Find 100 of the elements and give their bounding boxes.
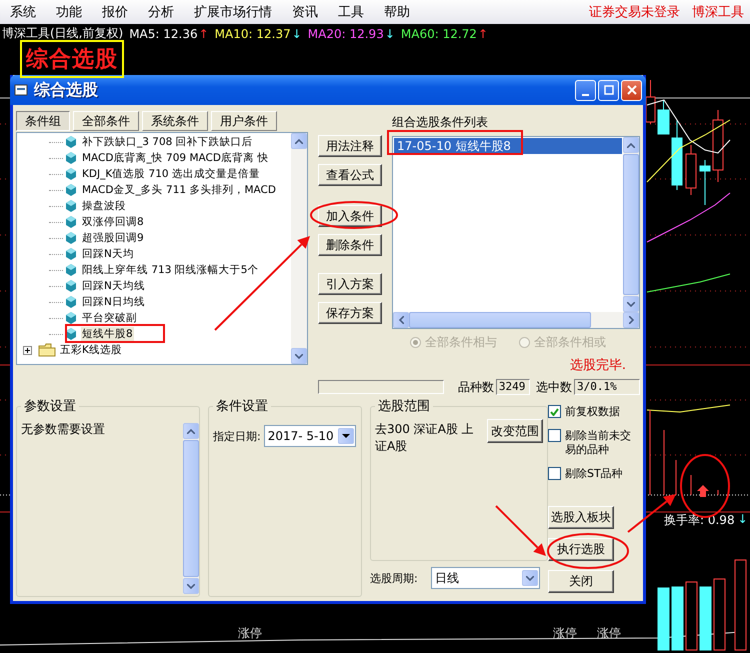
tree-item[interactable]: 补下跌缺口_3 708 回补下跌缺口后 <box>81 135 254 149</box>
list-heading: 组合选股条件列表 <box>392 114 489 130</box>
checkbox[interactable] <box>548 429 561 442</box>
field-label: 指定日期: <box>213 428 261 444</box>
formula-icon <box>66 232 76 244</box>
checkbox[interactable] <box>548 467 561 480</box>
volume-bar <box>658 588 670 650</box>
maximize-icon <box>604 85 614 95</box>
formula-icon <box>66 168 76 180</box>
menu-item[interactable]: 工具 <box>328 3 374 21</box>
group-title: 参数设置 <box>23 398 77 415</box>
params-text: 无参数需要设置 <box>21 421 106 438</box>
stock-name: 博深工具 <box>691 4 745 21</box>
menu-item[interactable]: 帮助 <box>374 3 420 21</box>
limit-up-label: 涨停 <box>238 625 262 642</box>
volume-bar <box>686 582 698 650</box>
tab[interactable]: 用户条件 <box>211 111 277 131</box>
checkbox[interactable] <box>548 405 561 418</box>
checkbox-label: 前复权数据 <box>565 405 620 419</box>
tree-item[interactable]: 操盘波段 <box>81 199 127 213</box>
formula-icon <box>66 248 76 260</box>
indicator-value: MA10: 12.37 <box>214 26 291 40</box>
period-dropdown[interactable]: 日线 <box>431 567 540 589</box>
formula-icon <box>66 280 76 292</box>
menu-item[interactable]: 资讯 <box>282 3 328 21</box>
tree-item[interactable]: 回踩N天均线 <box>81 279 146 293</box>
trend-arrow: ↓ <box>292 26 302 40</box>
tab[interactable]: 全部条件 <box>73 111 139 131</box>
limit-up-label: 涨停 <box>553 625 577 642</box>
trend-arrow: ↑ <box>198 26 209 40</box>
tree-item[interactable]: 阳线上穿年线 713 阳线涨幅大于5个 <box>81 263 260 277</box>
menu-item[interactable]: 报价 <box>92 3 138 21</box>
tree-item[interactable]: 五彩K线选股 <box>59 343 123 357</box>
checkbox-label: 剔除当前未交易的品种 <box>565 429 632 457</box>
group-title: 条件设置 <box>215 398 269 415</box>
annotation-arrow <box>627 494 676 533</box>
tree-item[interactable]: 双涨停回调8 <box>81 215 145 229</box>
volume-bar <box>700 586 712 650</box>
horizontal-scrollbar[interactable] <box>393 312 639 328</box>
range-text: 去300 深证A股 上证A股 <box>375 421 475 455</box>
stat-label: 品种数 <box>458 378 494 396</box>
trend-arrow: ↑ <box>478 26 488 40</box>
checkbox-label: 剔除ST品种 <box>565 467 623 481</box>
candlestick <box>672 120 682 190</box>
formula-icon <box>66 264 76 276</box>
minimize-icon <box>582 94 589 96</box>
formula-icon <box>66 312 76 324</box>
tree-item[interactable]: MACD底背离_快 709 MACD底背离 快 <box>81 151 270 165</box>
menu-item[interactable]: 系统 <box>0 3 46 21</box>
dropdown-arrow-icon <box>342 434 350 438</box>
login-status: 证券交易未登录 <box>588 4 681 21</box>
minimize-button[interactable] <box>575 80 596 100</box>
close-button[interactable] <box>621 80 642 100</box>
menu-item[interactable]: 分析 <box>138 3 184 21</box>
indicator-value: MA20: 12.93 <box>308 26 384 40</box>
list-item[interactable]: 17-05-10 短线牛股8 <box>394 138 622 154</box>
menu-item[interactable]: 功能 <box>46 3 92 21</box>
action-button[interactable]: 执行选股 <box>548 538 614 561</box>
formula-icon <box>66 136 76 148</box>
tree-item[interactable]: 回踩N天均 <box>81 247 135 261</box>
volume-bar <box>672 586 684 650</box>
tree-item[interactable]: 回踩N日均线 <box>81 295 146 309</box>
action-button[interactable]: 引入方案 <box>318 273 382 295</box>
action-button[interactable]: 用法注释 <box>318 135 382 157</box>
annotation-label: 综合选股 <box>20 40 124 78</box>
vertical-scrollbar[interactable] <box>291 133 307 364</box>
tree-item[interactable]: 超强股回调9 <box>81 231 145 245</box>
tree-item[interactable]: MACD金叉_多头 711 多头排列，MACD <box>81 183 277 197</box>
maximize-button[interactable] <box>598 80 619 100</box>
tree-item[interactable]: KDJ_K值选股 710 选出成交量是倍量 <box>81 167 261 181</box>
action-button[interactable]: 保存方案 <box>318 302 382 324</box>
action-button[interactable]: 选股入板块 <box>548 506 614 529</box>
vertical-scrollbar[interactable] <box>623 137 639 312</box>
chart-title: 博深工具(日线,前复权) <box>2 25 124 42</box>
trend-arrow: ↓ <box>384 26 395 40</box>
formula-icon <box>66 184 76 196</box>
limit-up-label: 涨停 <box>597 625 621 642</box>
field-label: 选股周期: <box>370 570 418 586</box>
change-range-button[interactable]: 改变范围 <box>487 419 543 443</box>
date-picker[interactable]: 2017- 5-10 <box>264 425 356 447</box>
expand-icon[interactable] <box>23 346 32 354</box>
candlestick <box>700 160 710 206</box>
action-button[interactable]: 加入条件 <box>318 205 382 227</box>
formula-icon <box>66 296 76 308</box>
tree-item[interactable]: 平台突破副 <box>81 311 138 325</box>
action-button[interactable]: 删除条件 <box>318 234 382 256</box>
tab[interactable]: 系统条件 <box>142 111 208 131</box>
indicator-value: MA60: 12.72 <box>400 26 477 40</box>
window-title: 综合选股 <box>34 80 98 100</box>
up-arrow-icon <box>697 485 709 497</box>
action-button[interactable]: 查看公式 <box>318 164 382 186</box>
app-icon <box>14 83 28 97</box>
vertical-scrollbar[interactable] <box>183 423 199 594</box>
status-message: 选股完毕. <box>568 357 627 372</box>
indicator-value: MA5: 12.36 <box>129 26 198 40</box>
tree-item[interactable]: 短线牛股8 <box>81 327 134 341</box>
tab[interactable]: 条件组 <box>16 111 70 131</box>
annotation-arrow <box>495 505 546 556</box>
menu-item[interactable]: 扩展市场行情 <box>184 3 282 21</box>
action-button[interactable]: 关闭 <box>548 570 614 593</box>
